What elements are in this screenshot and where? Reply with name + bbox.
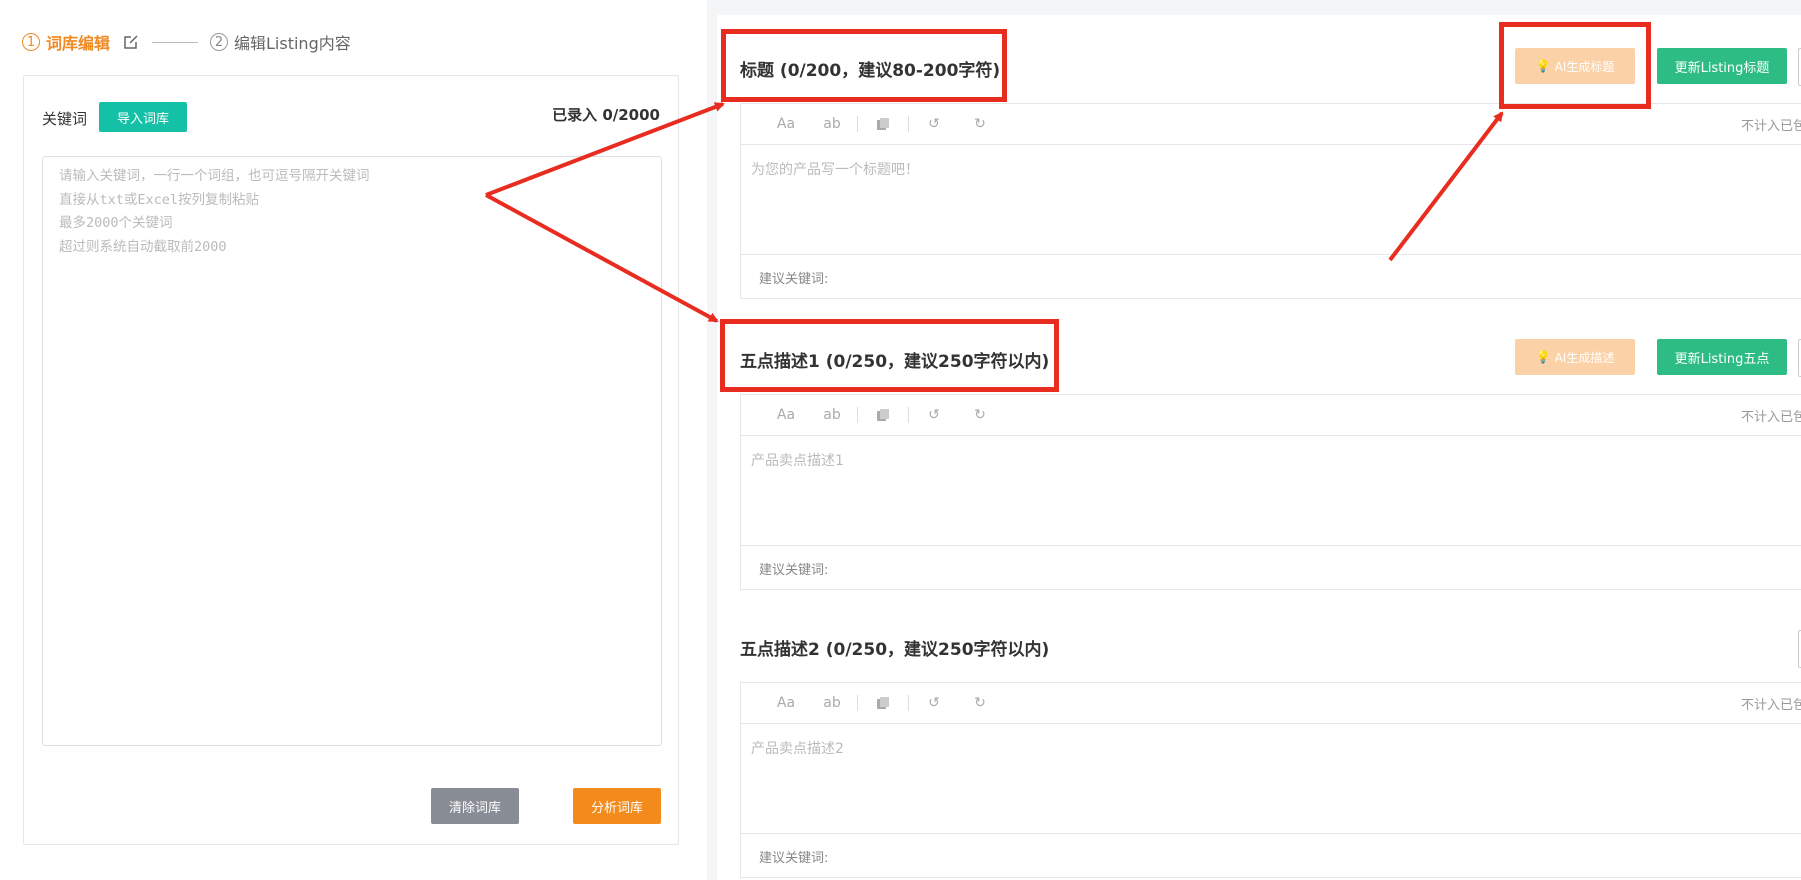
update-listing-bullets-button[interactable]: 更新Listing五点 [1657, 339, 1787, 375]
placeholder-line: 超过则系统自动截取前2000 [59, 238, 227, 255]
annotation-box-title [721, 29, 1007, 102]
suggested-keywords: 建议关键词: [759, 850, 829, 866]
editor-toolbar: Aa ab ↺ ↻ 不计入已包 [741, 395, 1801, 436]
ai-generate-description-button[interactable]: 💡 AI生成描述 [1515, 339, 1635, 375]
ai-generate-description-label: AI生成描述 [1554, 350, 1615, 365]
title-input[interactable]: 为您的产品写一个标题吧！ [741, 145, 1801, 255]
suggested-keywords: 建议关键词: [759, 271, 829, 287]
paste-icon[interactable] [860, 114, 906, 134]
toolbar-divider [857, 407, 858, 423]
edit-icon[interactable] [122, 33, 140, 51]
bullet2-field-heading: 五点描述2 (0/250，建议250字符以内) [740, 640, 1050, 660]
exclusion-note: 不计入已包 [1741, 698, 1801, 713]
keyword-card: 关键词 导入词库 已录入 0/2000 请输入关键词，一行一个词组，也可逗号隔开… [23, 75, 679, 845]
case-button[interactable]: ab [809, 405, 855, 425]
placeholder-line: 直接从txt或Excel按列复制粘贴 [59, 191, 260, 208]
clear-library-button[interactable]: 清除词库 [431, 788, 519, 824]
step-1-label: 词库编辑 [46, 34, 111, 53]
toolbar-divider [908, 407, 909, 423]
exclusion-note: 不计入已包 [1741, 119, 1801, 134]
redo-icon[interactable]: ↻ [957, 693, 1003, 713]
keyword-textarea[interactable]: 请输入关键词，一行一个词组，也可逗号隔开关键词 直接从txt或Excel按列复制… [42, 156, 662, 746]
font-size-button[interactable]: Aa [763, 114, 809, 134]
step-1[interactable]: 1 词库编辑 [22, 30, 110, 54]
case-button[interactable]: ab [809, 114, 855, 134]
analyze-library-button[interactable]: 分析词库 [573, 788, 661, 824]
toolbar-divider [857, 695, 858, 711]
exclusion-note: 不计入已包 [1741, 410, 1801, 425]
step-connector [152, 41, 199, 43]
redo-icon[interactable]: ↻ [957, 405, 1003, 425]
toolbar-divider [857, 116, 858, 132]
undo-icon[interactable]: ↺ [911, 114, 957, 134]
undo-icon[interactable]: ↺ [911, 693, 957, 713]
listing-editor-panel: 标题 (0/200，建议80-200字符) 💡 AI生成标题 更新Listing标… [717, 15, 1801, 880]
step-1-number: 1 [22, 33, 40, 51]
bullet1-editor[interactable]: Aa ab ↺ ↻ 不计入已包 产品卖点描述1 建议关键词: [740, 394, 1801, 590]
bullet2-input[interactable]: 产品卖点描述2 [741, 724, 1801, 834]
keyword-count: 已录入 0/2000 [552, 106, 660, 124]
annotation-box-bullet1 [720, 319, 1059, 392]
step-indicator: 1 词库编辑 2 编辑Listing内容 [22, 30, 351, 54]
paste-icon[interactable] [860, 693, 906, 713]
suggested-keywords: 建议关键词: [759, 562, 829, 578]
keyword-panel: 1 词库编辑 2 编辑Listing内容 关键词 导入词库 已录入 0/2000… [0, 0, 707, 880]
case-button[interactable]: ab [809, 693, 855, 713]
step-2-label: 编辑Listing内容 [234, 34, 351, 53]
placeholder-line: 请输入关键词，一行一个词组，也可逗号隔开关键词 [59, 168, 370, 184]
keyword-label: 关键词 [42, 110, 88, 128]
annotation-box-ai-button [1499, 22, 1651, 109]
step-2[interactable]: 2 编辑Listing内容 [210, 30, 351, 54]
redo-icon[interactable]: ↻ [957, 114, 1003, 134]
undo-icon[interactable]: ↺ [911, 405, 957, 425]
bullet2-editor[interactable]: Aa ab ↺ ↻ 不计入已包 产品卖点描述2 建议关键词: [740, 682, 1801, 878]
font-size-button[interactable]: Aa [763, 693, 809, 713]
font-size-button[interactable]: Aa [763, 405, 809, 425]
toolbar-divider [908, 116, 909, 132]
title-editor[interactable]: Aa ab ↺ ↻ 不计入已包 为您的产品写一个标题吧！ 建议关键词: [740, 103, 1801, 299]
toolbar-divider [908, 695, 909, 711]
step-2-number: 2 [210, 33, 229, 51]
placeholder-line: 最多2000个关键词 [59, 215, 173, 231]
editor-toolbar: Aa ab ↺ ↻ 不计入已包 [741, 683, 1801, 724]
update-listing-title-button[interactable]: 更新Listing标题 [1657, 48, 1787, 84]
bulb-icon: 💡 [1535, 350, 1551, 364]
editor-toolbar: Aa ab ↺ ↻ 不计入已包 [741, 104, 1801, 145]
import-library-button[interactable]: 导入词库 [99, 102, 187, 132]
paste-icon[interactable] [860, 405, 906, 425]
bullet1-input[interactable]: 产品卖点描述1 [741, 436, 1801, 546]
